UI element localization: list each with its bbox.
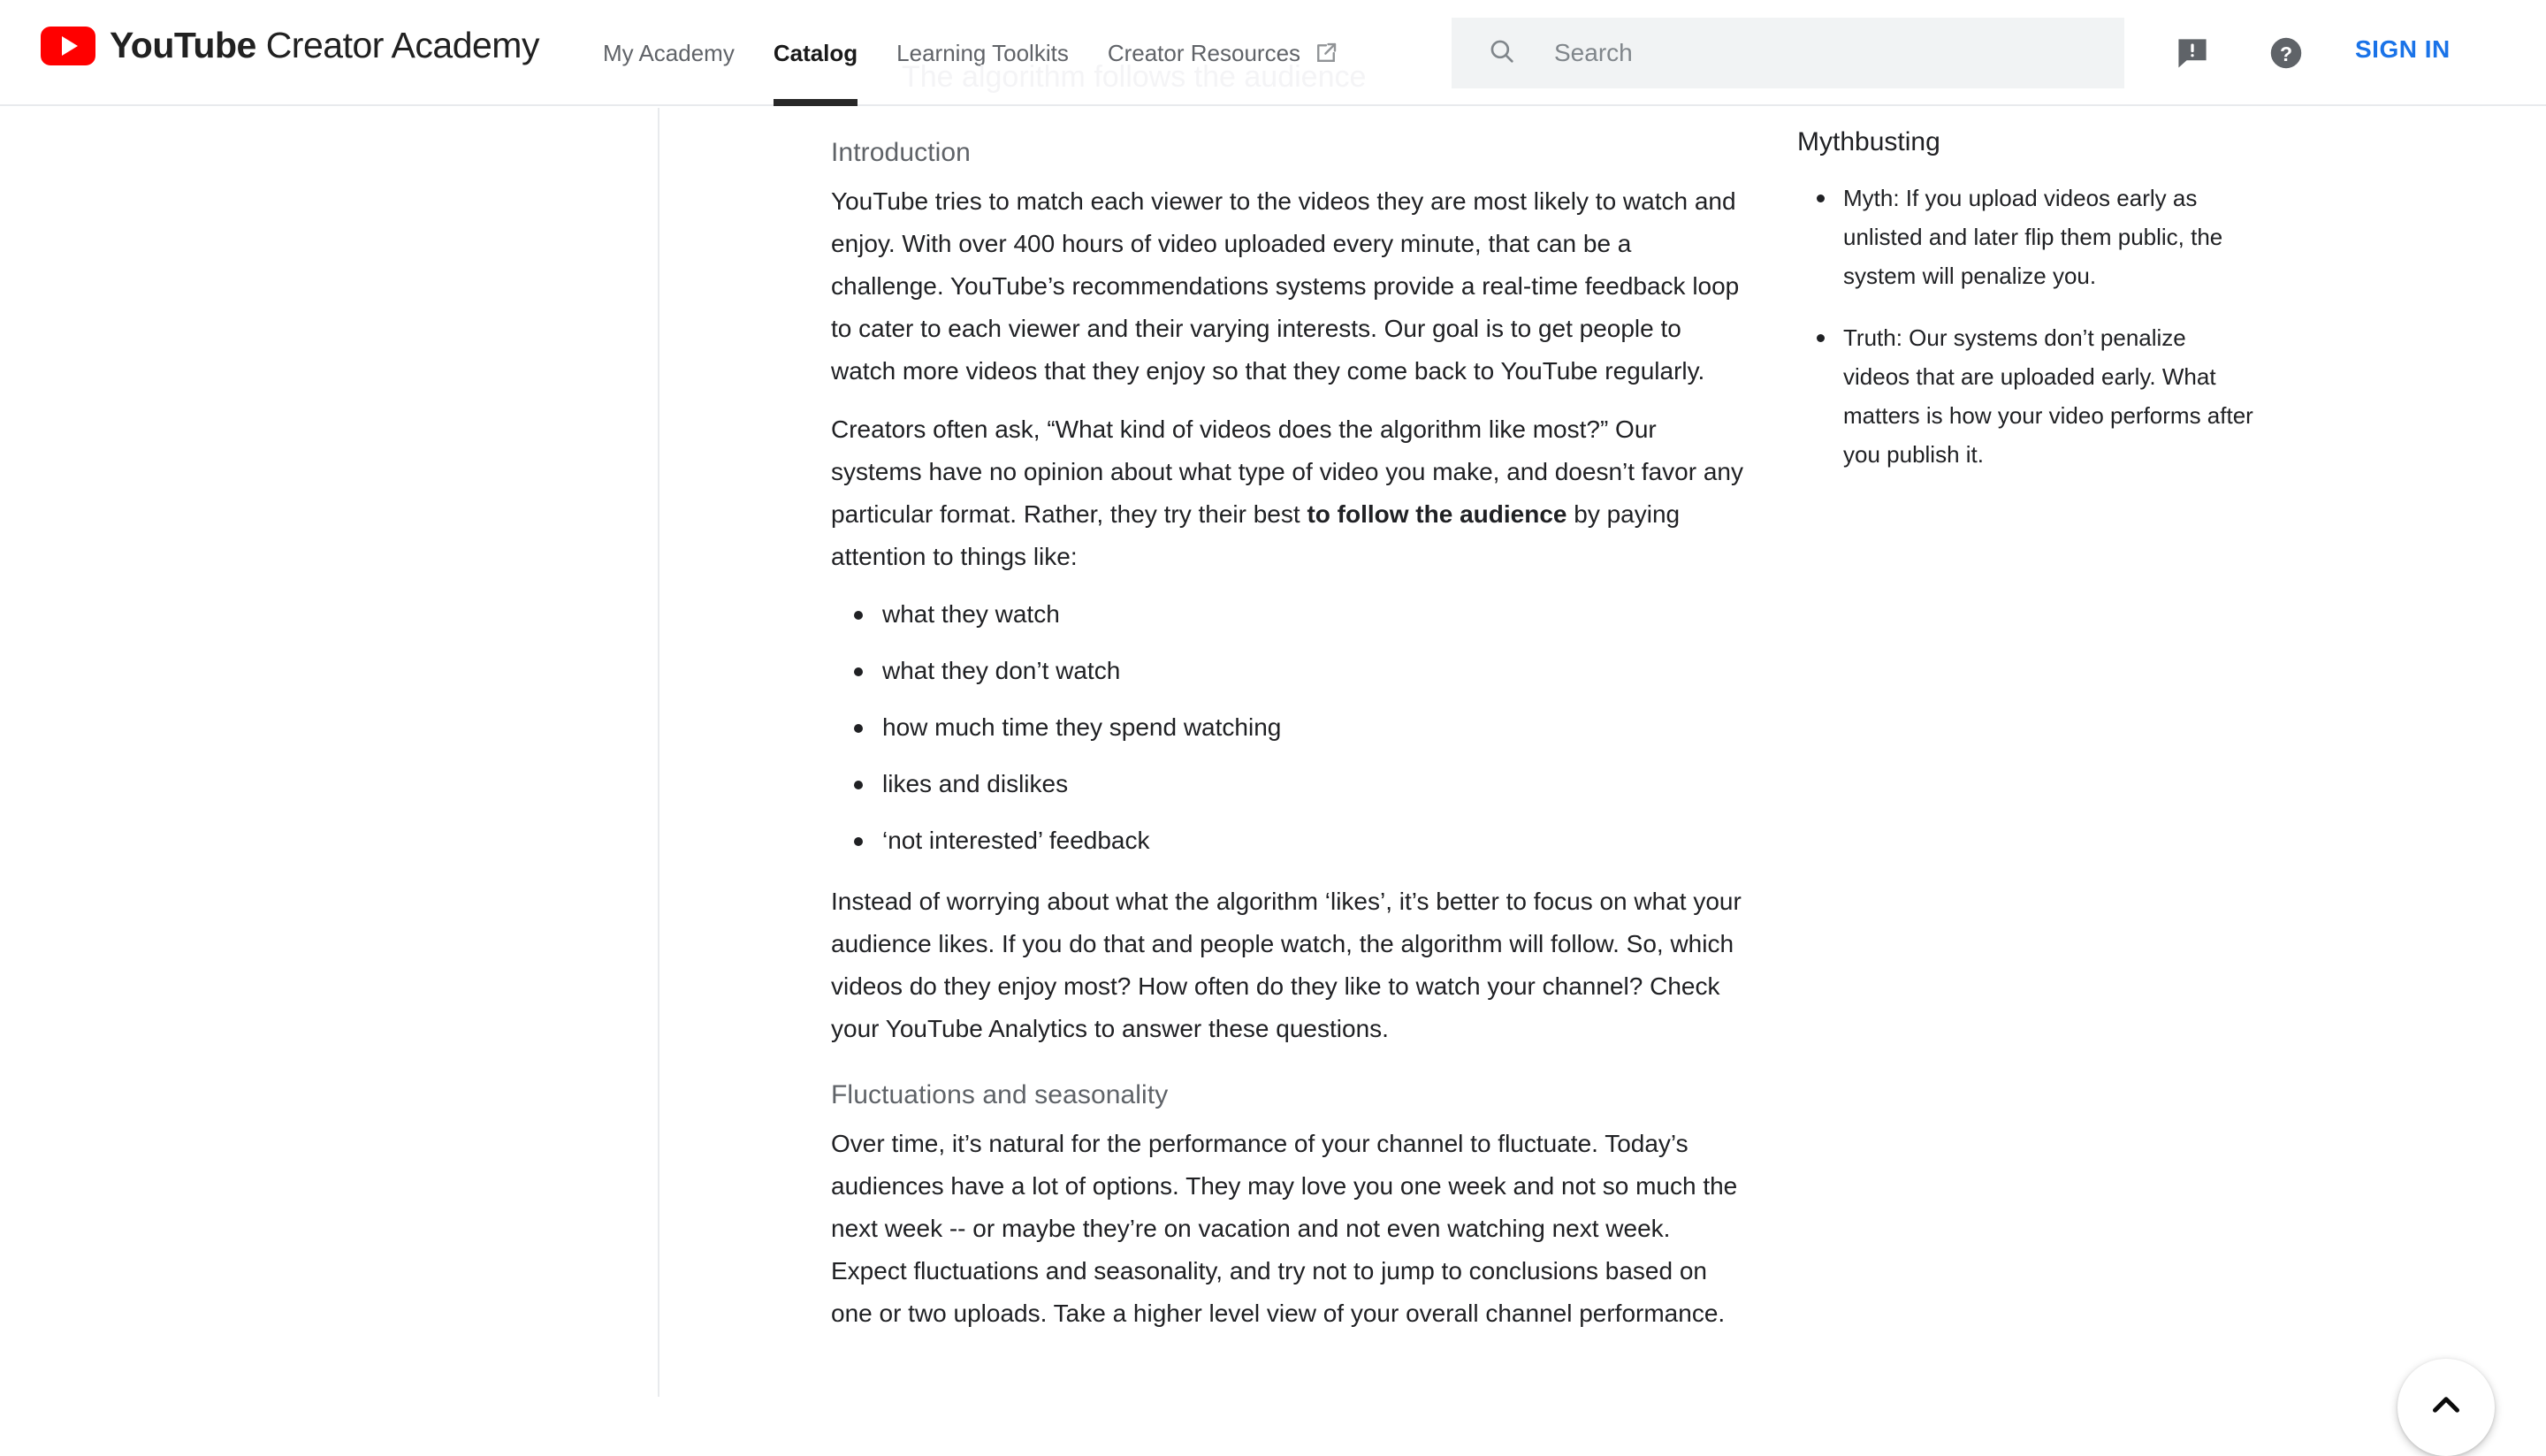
sidebar-title: Mythbusting (1797, 127, 1940, 156)
brand-title: YouTube Creator Academy (110, 25, 539, 66)
external-link-icon (1313, 40, 1339, 66)
list-item: Truth: Our systems don’t penalize videos… (1817, 318, 2259, 474)
nav-item-creator-resources[interactable]: Creator Resources (1088, 0, 1359, 106)
help-icon[interactable]: ? (2265, 32, 2307, 74)
site-header: YouTube Creator Academy The algorithm fo… (0, 0, 2546, 106)
nav-item-learning-toolkits[interactable]: Learning Toolkits (877, 0, 1088, 106)
youtube-play-icon (41, 26, 95, 65)
search-input[interactable]: Search (1452, 18, 2124, 88)
back-to-top-button[interactable] (2397, 1359, 2495, 1456)
primary-nav: My Academy Catalog Learning Toolkits Cre… (583, 0, 1359, 106)
brand-logo-link[interactable]: YouTube Creator Academy (41, 25, 539, 66)
article-content: Introduction YouTube tries to match each… (831, 108, 1750, 1351)
signals-bullet-list: what they watch what they don’t watch ho… (831, 594, 1750, 861)
search-placeholder: Search (1554, 39, 1633, 66)
brand-title-bold: YouTube (110, 25, 256, 65)
list-item: likes and dislikes (854, 764, 1750, 804)
brand-title-regular (256, 25, 266, 65)
section-heading-fluctuations: Fluctuations and seasonality (831, 1080, 1169, 1109)
list-item: what they watch (854, 594, 1750, 635)
list-item: what they don’t watch (854, 651, 1750, 691)
nav-item-label: Learning Toolkits (896, 39, 1069, 66)
feedback-icon[interactable] (2171, 32, 2214, 74)
paragraph-fluctuations: Over time, it’s natural for the performa… (831, 1130, 1738, 1327)
nav-item-label: My Academy (603, 39, 735, 66)
chevron-up-icon (2424, 1384, 2468, 1432)
paragraph-intro: YouTube tries to match each viewer to th… (831, 187, 1740, 385)
left-sidebar-rail (0, 108, 659, 1397)
sign-in-button[interactable]: SIGN IN (2355, 35, 2451, 64)
list-item: ‘not interested’ feedback (854, 820, 1750, 861)
nav-item-my-academy[interactable]: My Academy (583, 0, 754, 106)
page-body: Introduction YouTube tries to match each… (0, 108, 2546, 1456)
svg-text:?: ? (2280, 42, 2292, 65)
nav-item-catalog[interactable]: Catalog (754, 0, 877, 106)
nav-item-label: Creator Resources (1107, 39, 1301, 66)
paragraph-algorithm-opinion: Creators often ask, “What kind of videos… (831, 408, 1743, 578)
list-item: how much time they spend watching (854, 707, 1750, 748)
mythbusting-sidebar: Mythbusting Myth: If you upload videos e… (1797, 108, 2257, 497)
paragraph-focus-on-audience: Instead of worrying about what the algor… (831, 888, 1742, 1042)
paragraph-emphasis: to follow the audience (1307, 500, 1567, 528)
search-icon (1487, 36, 1517, 71)
mythbusting-list: Myth: If you upload videos early as unli… (1797, 179, 2257, 474)
list-item: Myth: If you upload videos early as unli… (1817, 179, 2259, 295)
nav-item-label: Catalog (773, 39, 858, 66)
brand-title-regular-text: Creator Academy (265, 25, 540, 65)
section-heading-introduction: Introduction (831, 138, 971, 167)
